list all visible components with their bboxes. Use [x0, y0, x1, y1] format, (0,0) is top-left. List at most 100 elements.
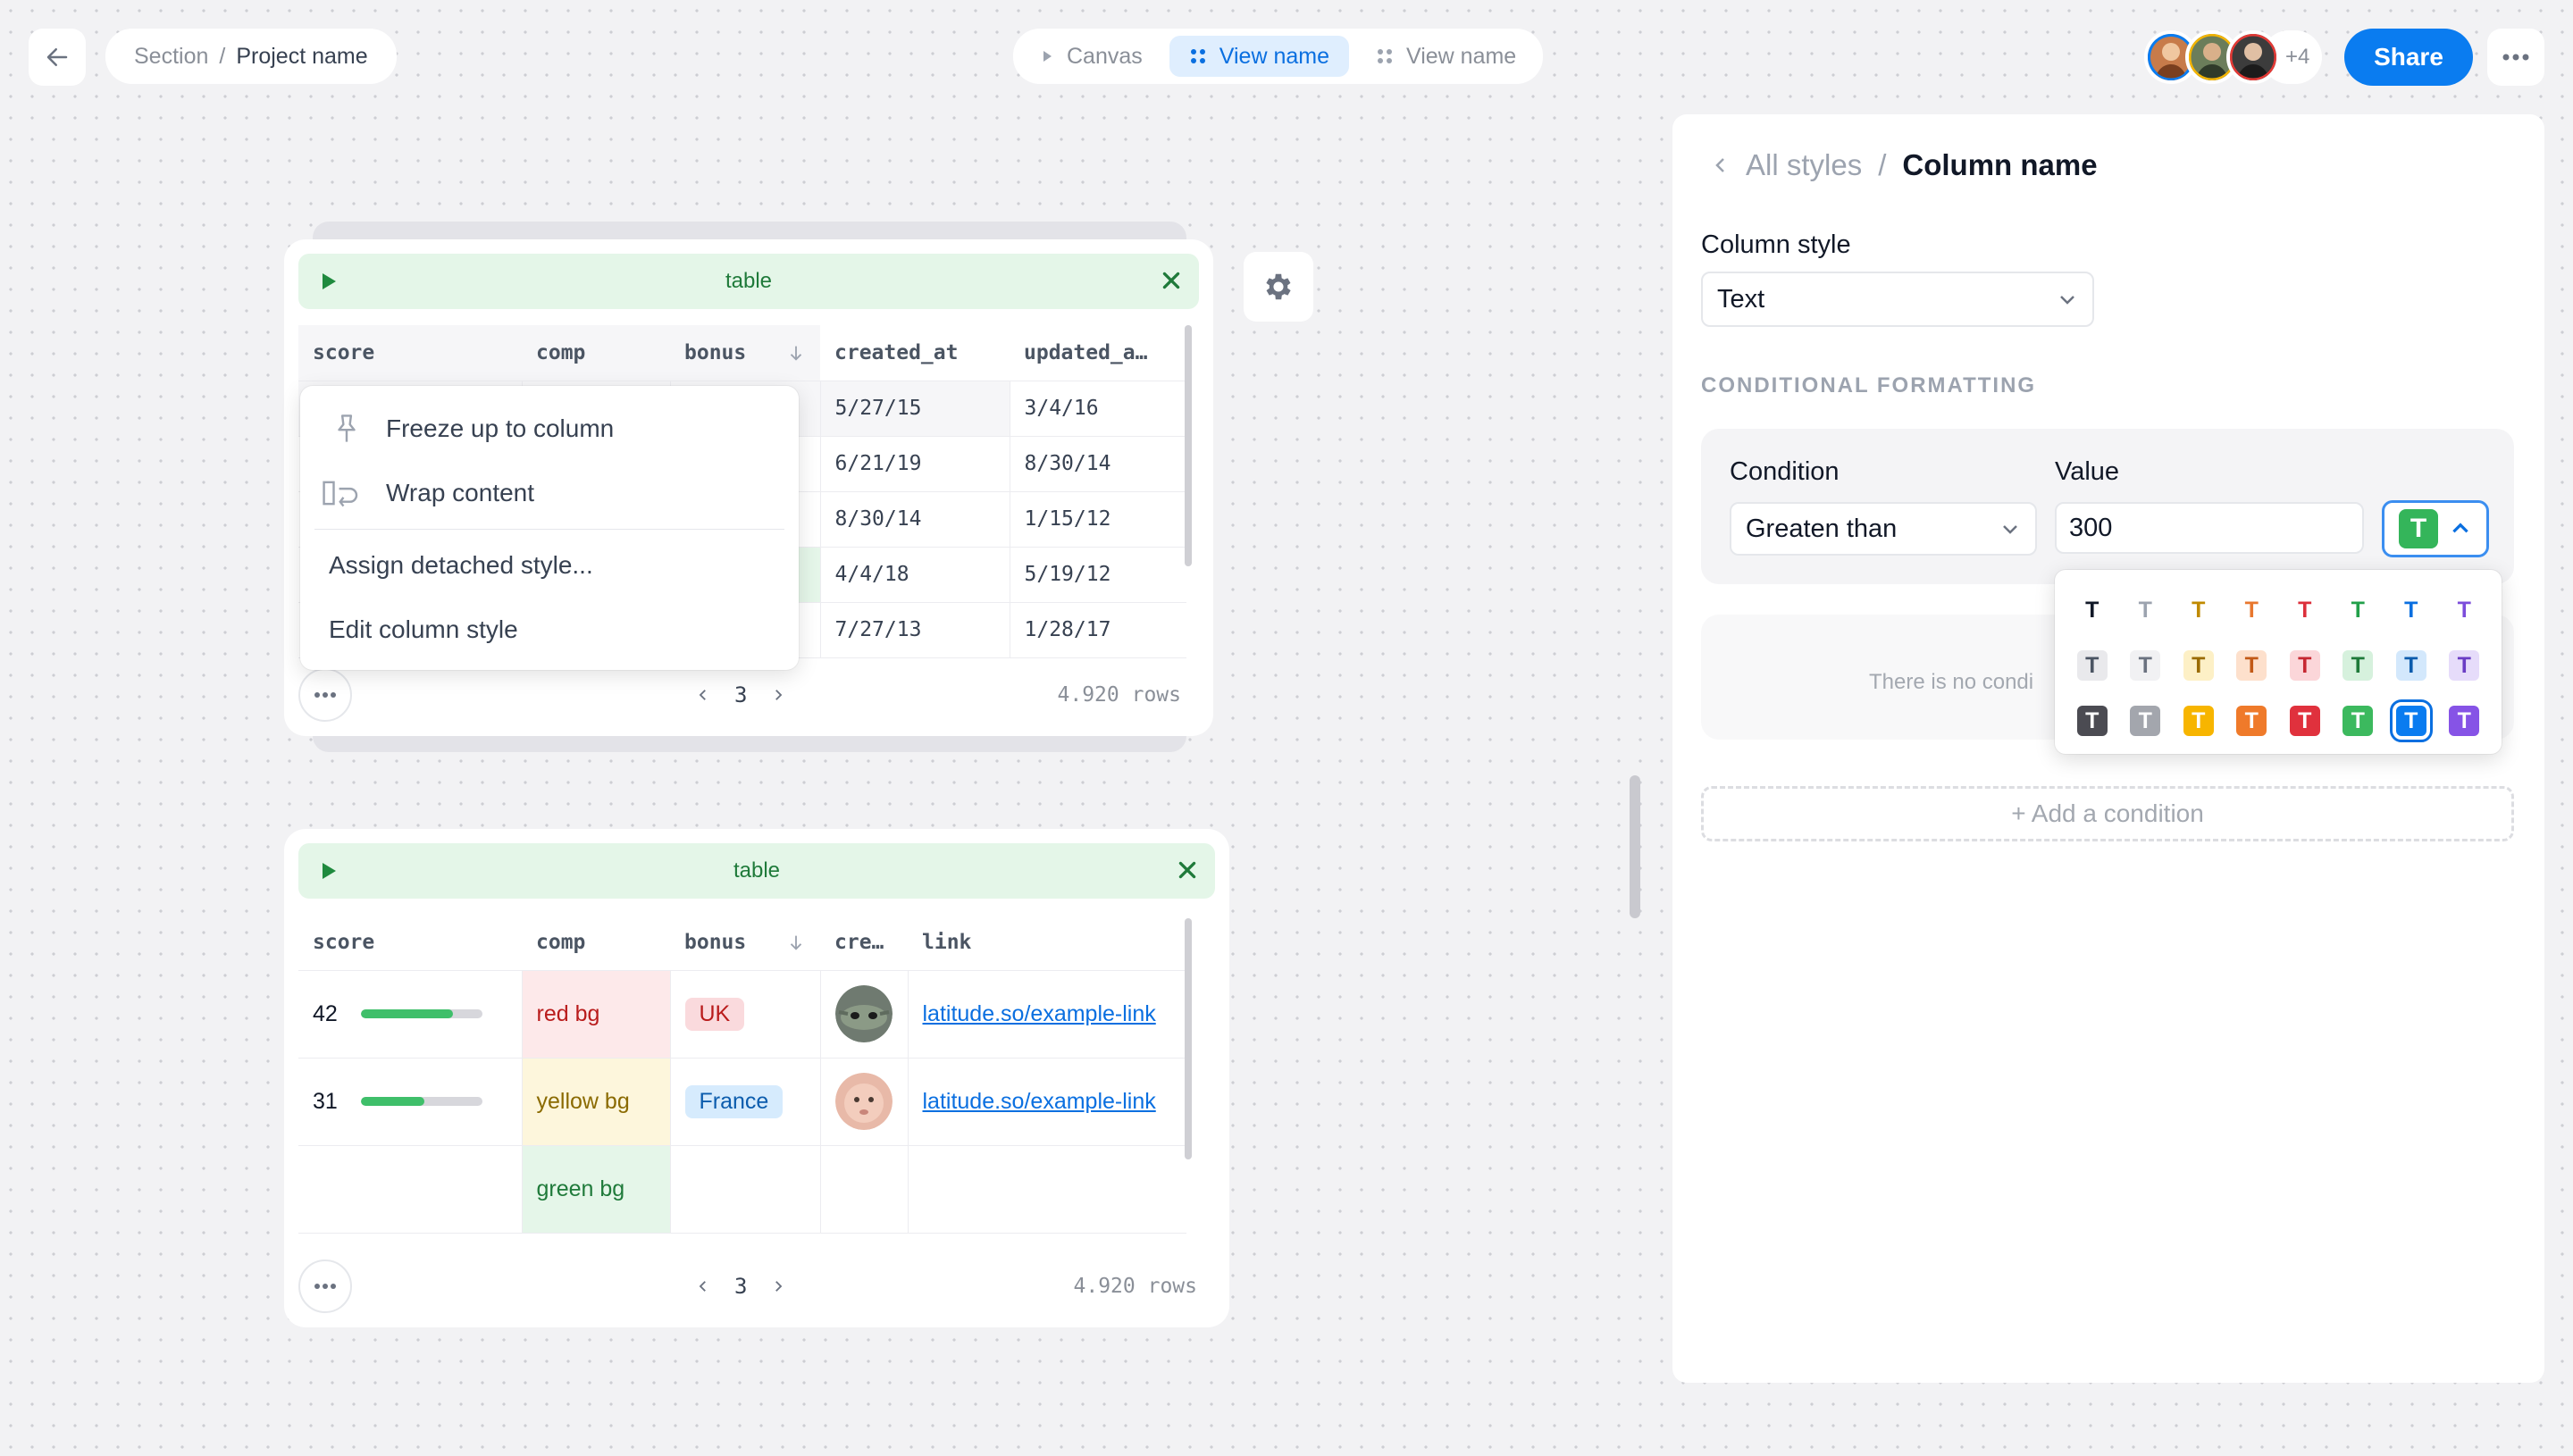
bonus-cell[interactable]: UK [670, 970, 821, 1059]
table-settings-button[interactable] [1244, 252, 1313, 322]
bonus-cell[interactable] [670, 1145, 821, 1234]
column-header-score[interactable]: score [298, 915, 522, 971]
chevron-left-icon[interactable] [695, 687, 711, 703]
table-cell[interactable]: 4/4/18 [820, 547, 1010, 603]
table-cell[interactable]: 7/27/13 [820, 602, 1010, 658]
comp-cell[interactable]: yellow bg [522, 1058, 671, 1146]
sort-down-icon[interactable] [786, 343, 806, 363]
table-scrollbar[interactable] [1185, 325, 1192, 566]
text-style-swatch[interactable]: T [2332, 694, 2385, 748]
sort-down-icon[interactable] [786, 933, 806, 952]
text-style-swatch[interactable]: T [2119, 583, 2173, 637]
more-horizontal-icon [2502, 54, 2529, 61]
breadcrumb-project[interactable]: Project name [236, 44, 367, 70]
close-icon[interactable] [1160, 269, 1183, 292]
chevron-right-icon[interactable] [770, 687, 786, 703]
comp-cell[interactable]: green bg [522, 1145, 671, 1234]
text-style-swatch[interactable]: T [2172, 639, 2225, 692]
chevron-right-icon[interactable] [770, 1278, 786, 1294]
column-header-score[interactable]: score [298, 325, 522, 381]
table-cell[interactable]: 5/19/12 [1010, 547, 1186, 603]
table-more-button[interactable] [298, 668, 352, 722]
menu-item-edit-column-style[interactable]: Edit column style [314, 598, 784, 662]
image-cell[interactable] [820, 1058, 909, 1146]
add-condition-button[interactable]: + Add a condition [1701, 786, 2514, 841]
run-icon[interactable] [318, 860, 339, 882]
score-cell[interactable] [298, 1145, 523, 1234]
canvas-scrollbar[interactable] [1630, 775, 1640, 918]
text-style-swatch[interactable]: T [2278, 694, 2332, 748]
column-header-comp[interactable]: comp [522, 915, 670, 971]
column-header-link[interactable]: link [908, 915, 1186, 971]
image-cell[interactable] [820, 970, 909, 1059]
text-style-swatch[interactable]: T [2066, 583, 2119, 637]
tab-view-name[interactable]: View name [1356, 36, 1536, 77]
table-cell[interactable]: 6/21/19 [820, 436, 1010, 492]
bonus-cell[interactable]: France [670, 1058, 821, 1146]
collaborator-avatars[interactable]: +4 [2144, 29, 2323, 86]
column-header-updated-at[interactable]: updated_a… [1010, 325, 1186, 381]
text-style-swatch[interactable]: T [2225, 583, 2279, 637]
text-style-swatch[interactable]: T [2172, 694, 2225, 748]
chevron-left-icon[interactable] [695, 1278, 711, 1294]
table-scrollbar[interactable] [1185, 918, 1192, 1159]
text-style-swatch[interactable]: T [2119, 639, 2173, 692]
text-style-picker-button[interactable]: T [2382, 500, 2489, 557]
condition-select[interactable]: Greaten than [1730, 502, 2037, 556]
text-style-swatch[interactable]: T [2438, 639, 2492, 692]
tab-view-name-active[interactable]: View name [1169, 36, 1349, 77]
row-link[interactable]: latitude.so/example-link [923, 1001, 1156, 1026]
text-style-swatch[interactable]: T [2438, 694, 2492, 748]
column-style-select[interactable]: Text [1701, 272, 2094, 327]
text-style-swatch[interactable]: T [2332, 583, 2385, 637]
text-style-swatch[interactable]: T [2225, 639, 2279, 692]
score-cell[interactable]: 31 [298, 1058, 523, 1146]
table-cell[interactable]: 1/28/17 [1010, 602, 1186, 658]
menu-item-wrap-content[interactable]: Wrap content [304, 461, 784, 525]
column-header-bonus[interactable]: bonus [670, 325, 820, 381]
image-cell[interactable] [820, 1145, 909, 1234]
text-style-swatch[interactable]: T [2384, 583, 2438, 637]
table-cell[interactable]: 8/30/14 [1010, 436, 1186, 492]
run-icon[interactable] [318, 271, 339, 292]
back-button[interactable] [29, 29, 86, 86]
column-header-bonus[interactable]: bonus [670, 915, 820, 971]
table-cell[interactable]: 1/15/12 [1010, 491, 1186, 548]
column-header-created-at[interactable]: created_at [820, 325, 1010, 381]
tab-label: View name [1219, 43, 1329, 69]
text-style-swatch[interactable]: T [2066, 694, 2119, 748]
text-style-swatch[interactable]: T [2384, 694, 2438, 748]
avatar[interactable] [2226, 30, 2280, 84]
value-input[interactable]: 300 [2055, 502, 2364, 554]
link-cell[interactable] [908, 1145, 1186, 1234]
row-link[interactable]: latitude.so/example-link [923, 1089, 1156, 1114]
text-style-swatch[interactable]: T [2172, 583, 2225, 637]
text-style-swatch[interactable]: T [2278, 583, 2332, 637]
tab-canvas[interactable]: Canvas [1020, 36, 1162, 77]
close-icon[interactable] [1176, 858, 1199, 882]
share-button[interactable]: Share [2344, 29, 2473, 86]
breadcrumb-all-styles[interactable]: All styles [1746, 148, 1862, 182]
table-more-button[interactable] [298, 1259, 352, 1313]
chevron-left-icon[interactable] [1710, 155, 1731, 176]
menu-item-assign-detached-style[interactable]: Assign detached style... [314, 533, 784, 598]
table-cell[interactable]: 3/4/16 [1010, 381, 1186, 437]
breadcrumb-section[interactable]: Section [134, 44, 208, 70]
text-style-swatch[interactable]: T [2119, 694, 2173, 748]
link-cell[interactable]: latitude.so/example-link [908, 1058, 1186, 1146]
text-style-swatch[interactable]: T [2332, 639, 2385, 692]
score-cell[interactable]: 42 [298, 970, 523, 1059]
table-cell[interactable]: 8/30/14 [820, 491, 1010, 548]
text-style-swatch[interactable]: T [2438, 583, 2492, 637]
link-cell[interactable]: latitude.so/example-link [908, 970, 1186, 1059]
text-style-swatch[interactable]: T [2384, 639, 2438, 692]
more-options-button[interactable] [2487, 29, 2544, 86]
comp-cell[interactable]: red bg [522, 970, 671, 1059]
text-style-swatch[interactable]: T [2278, 639, 2332, 692]
column-header-comp[interactable]: comp [522, 325, 670, 381]
column-header-created[interactable]: cre… [820, 915, 908, 971]
table-cell[interactable]: 5/27/15 [820, 381, 1010, 437]
text-style-swatch[interactable]: T [2225, 694, 2279, 748]
text-style-swatch[interactable]: T [2066, 639, 2119, 692]
menu-item-freeze-column[interactable]: Freeze up to column [314, 397, 784, 461]
